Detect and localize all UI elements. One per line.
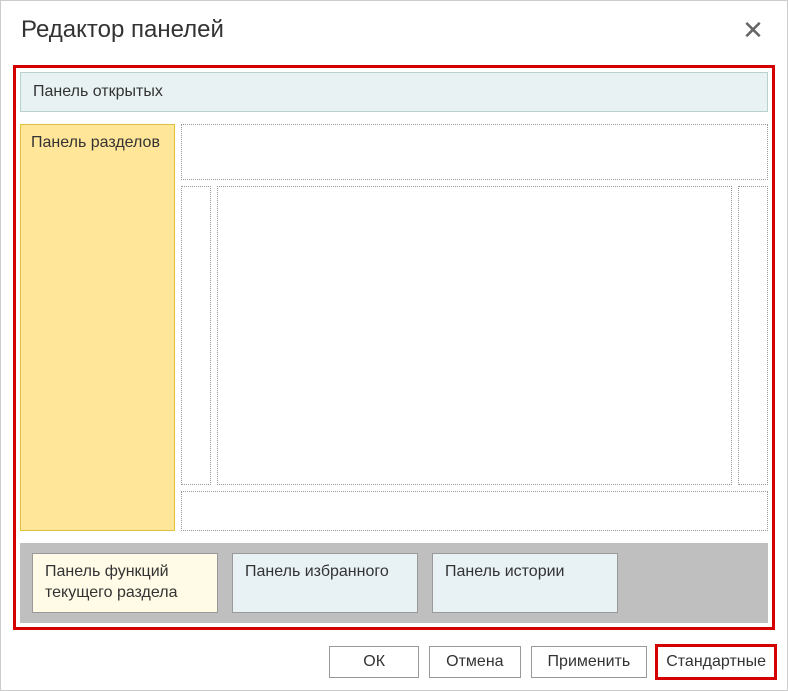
drop-zone-middle-row <box>181 186 768 485</box>
chip-functions-panel[interactable]: Панель функций текущего раздела <box>32 553 218 613</box>
ok-button[interactable]: ОК <box>329 646 419 678</box>
content-area <box>181 124 768 531</box>
panel-editor-dialog: Редактор панелей ✕ Панель открытых Панел… <box>0 0 788 691</box>
apply-button[interactable]: Применить <box>531 646 648 678</box>
titlebar: Редактор панелей ✕ <box>1 1 787 65</box>
chip-functions-label: Панель функций текущего раздела <box>45 562 205 604</box>
drop-zone-right[interactable] <box>738 186 768 485</box>
available-panels-tray: Панель функций текущего раздела Панель и… <box>20 543 768 623</box>
drop-zone-center[interactable] <box>217 186 732 485</box>
standard-button[interactable]: Стандартные <box>657 646 775 678</box>
dialog-title: Редактор панелей <box>21 16 224 44</box>
sections-panel-label: Панель разделов <box>31 133 164 154</box>
close-icon[interactable]: ✕ <box>739 16 767 44</box>
open-panel-slot[interactable]: Панель открытых <box>20 72 768 112</box>
chip-history-label: Панель истории <box>445 562 564 583</box>
layout-canvas: Панель открытых Панель разделов Панель ф… <box>13 65 775 630</box>
sections-panel-slot[interactable]: Панель разделов <box>20 124 175 531</box>
open-panel-label: Панель открытых <box>33 83 163 100</box>
cancel-button[interactable]: Отмена <box>429 646 520 678</box>
chip-history-panel[interactable]: Панель истории <box>432 553 618 613</box>
chip-favorites-panel[interactable]: Панель избранного <box>232 553 418 613</box>
drop-zone-bottom[interactable] <box>181 491 768 531</box>
chip-favorites-label: Панель избранного <box>245 562 389 583</box>
drop-zone-left[interactable] <box>181 186 211 485</box>
drop-zone-top[interactable] <box>181 124 768 180</box>
layout-middle-row: Панель разделов <box>20 124 768 531</box>
dialog-footer: ОК Отмена Применить Стандартные <box>1 638 787 690</box>
